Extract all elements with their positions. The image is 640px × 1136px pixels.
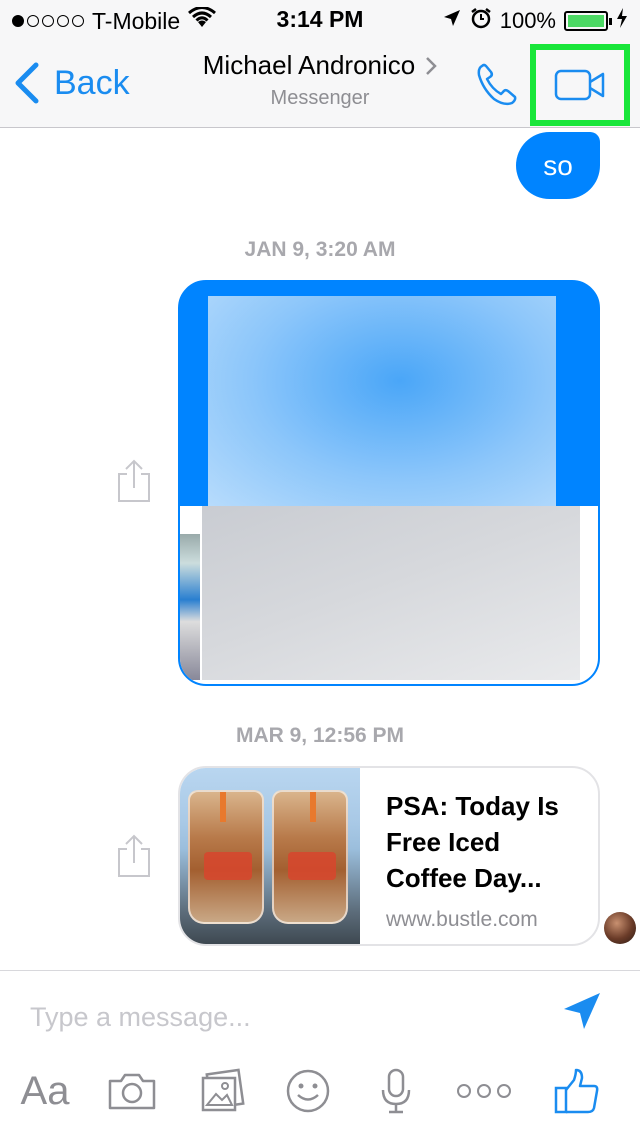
gallery-icon (201, 1068, 245, 1112)
contact-name-row[interactable]: Michael Andronico (202, 50, 438, 81)
alarm-clock-icon (470, 7, 492, 35)
preview-thumbnail-strip (180, 534, 200, 680)
share-icon[interactable] (114, 833, 154, 884)
sticker-button[interactable] (284, 1061, 332, 1121)
link-title: PSA: Today Is Free Iced Coffee Day... (386, 791, 559, 893)
battery-nub (609, 18, 612, 25)
blurred-content (208, 296, 556, 508)
text-formatting-button[interactable]: Aa (18, 1061, 72, 1121)
status-bar: T-Mobile 3:14 PM 100% (0, 0, 640, 40)
straw (310, 792, 316, 822)
battery-percent: 100% (499, 8, 556, 33)
back-chevron-icon (15, 62, 39, 104)
share-icon[interactable] (114, 458, 154, 509)
iced-coffee-cup (272, 790, 348, 924)
voice-call-button[interactable] (474, 62, 520, 113)
gallery-button[interactable] (198, 1061, 246, 1121)
contact-avatar[interactable] (604, 912, 636, 944)
chevron-right-icon (426, 56, 438, 75)
smiley-icon (286, 1069, 330, 1113)
contact-name: Michael Andronico (202, 50, 416, 80)
send-button[interactable] (562, 991, 602, 1036)
battery-fill (568, 15, 604, 27)
aa-label: Aa (20, 1068, 70, 1113)
contact-subtitle: Messenger (270, 87, 370, 109)
link-thumbnail (180, 768, 360, 944)
timestamp: JAN 9, 3:20 AM (244, 238, 396, 261)
like-button[interactable] (554, 1061, 600, 1121)
charging-icon (616, 7, 628, 35)
microphone-icon (381, 1068, 411, 1114)
send-icon (564, 993, 600, 1029)
message-input[interactable] (30, 997, 530, 1037)
cup-logo (204, 852, 252, 880)
message-composer: Aa (0, 970, 640, 1136)
straw (220, 792, 226, 822)
link-domain: www.bustle.com (386, 908, 538, 931)
back-button[interactable]: Back (14, 62, 130, 104)
video-call-button[interactable] (530, 44, 630, 126)
composer-toolbar: Aa (0, 1061, 640, 1127)
shared-media-message[interactable] (178, 280, 600, 686)
link-text: PSA: Today Is Free Iced Coffee Day... ww… (386, 788, 586, 932)
cup-logo (288, 852, 336, 880)
thumbs-up-icon (554, 1068, 599, 1114)
video-camera-icon (554, 69, 605, 101)
timestamp: MAR 9, 12:56 PM (235, 724, 405, 747)
location-arrow-icon (442, 8, 462, 34)
voice-clip-button[interactable] (378, 1061, 414, 1121)
phone-icon (477, 63, 517, 106)
link-preview-card[interactable]: PSA: Today Is Free Iced Coffee Day... ww… (178, 766, 600, 946)
media-preview (180, 506, 598, 684)
navigation-header: T-Mobile 3:14 PM 100% Back Michael Andro… (0, 0, 640, 128)
outgoing-message-bubble[interactable]: so (516, 132, 600, 199)
camera-button[interactable] (106, 1061, 158, 1121)
conversation-title[interactable]: Michael Andronico Messenger (150, 50, 490, 110)
battery-icon (564, 11, 612, 31)
more-options-button[interactable] (456, 1061, 512, 1121)
back-label: Back (54, 63, 130, 102)
iced-coffee-cup (188, 790, 264, 924)
more-icon (457, 1084, 511, 1098)
message-text: so (543, 149, 573, 181)
blurred-preview (202, 506, 580, 680)
camera-icon (108, 1073, 156, 1110)
status-right: 100% (442, 7, 628, 35)
